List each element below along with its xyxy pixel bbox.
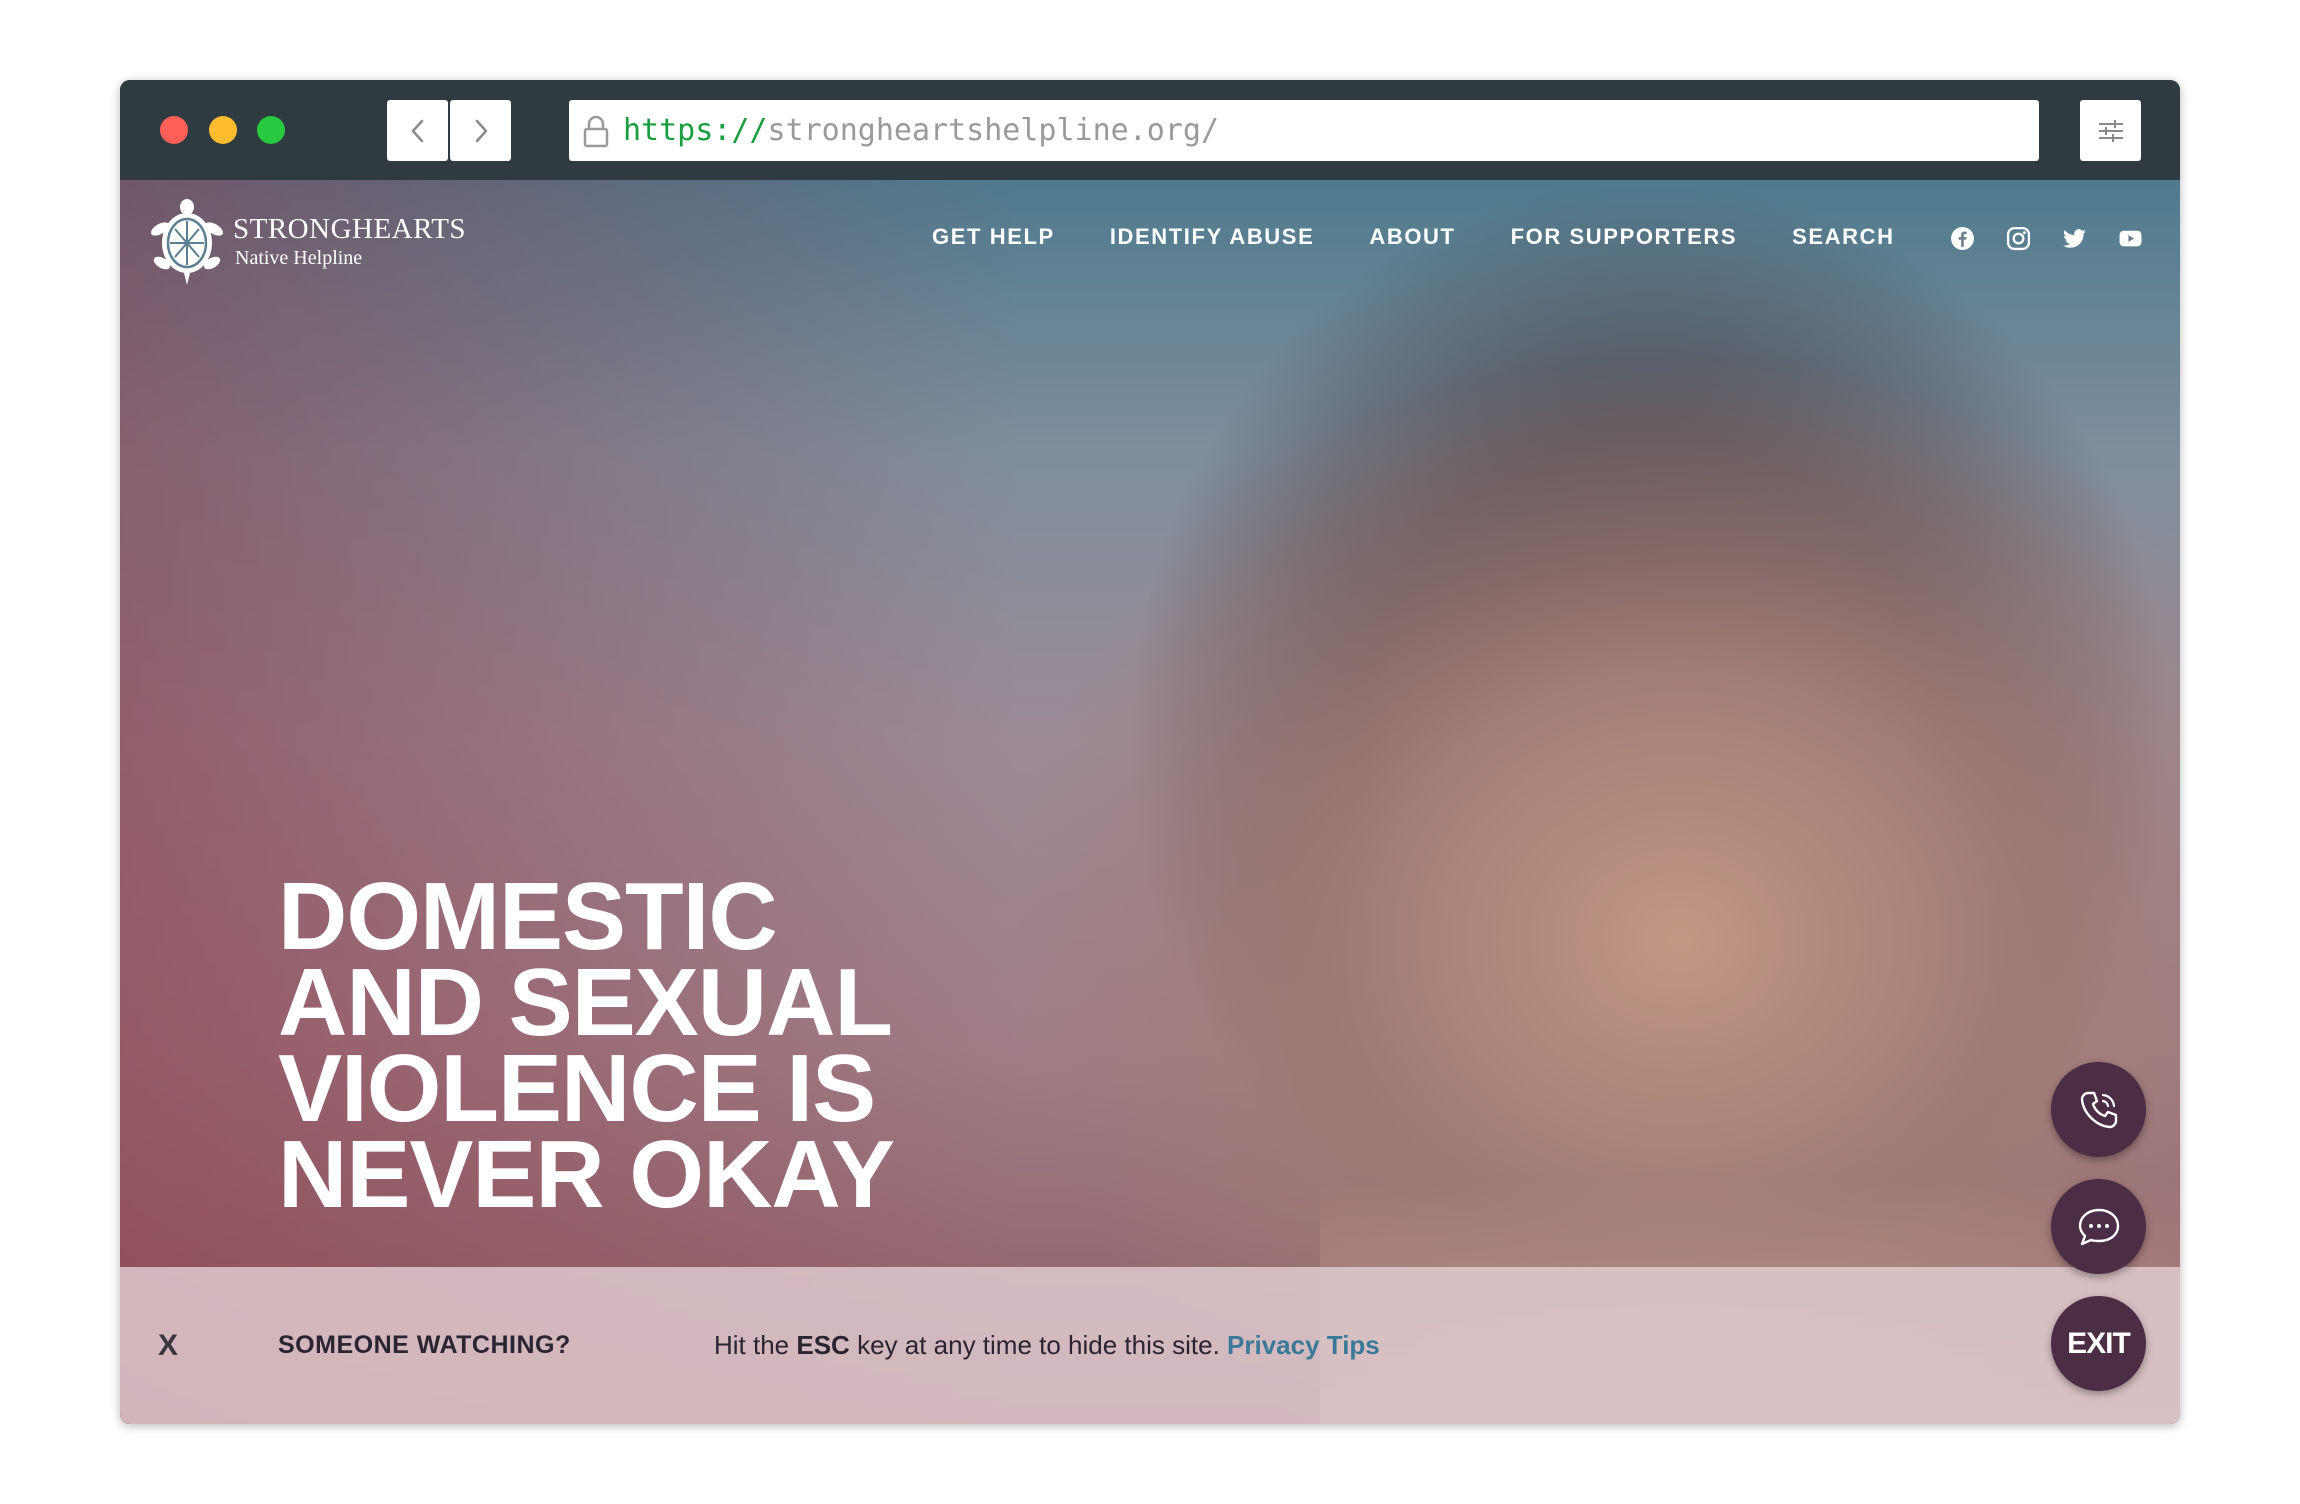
headline-line: VIOLENCE IS	[278, 1035, 876, 1142]
chat-button[interactable]	[2051, 1179, 2146, 1274]
privacy-bar-close-button[interactable]: X	[158, 1329, 178, 1363]
logo-subtitle: Native Helpline	[235, 246, 363, 269]
chevron-left-icon	[411, 119, 423, 142]
nav-identify-abuse[interactable]: IDENTIFY ABUSE	[1110, 224, 1315, 250]
message-text: Hit the	[714, 1330, 797, 1360]
hero-background-tint	[120, 180, 1020, 1424]
minimize-window-button[interactable]	[209, 116, 237, 144]
phone-icon	[2080, 1091, 2117, 1128]
chat-bubble-icon	[2078, 1208, 2119, 1245]
youtube-icon[interactable]	[2118, 226, 2143, 251]
privacy-tips-link[interactable]: Privacy Tips	[1227, 1330, 1380, 1360]
exit-label: EXIT	[2067, 1326, 2131, 1360]
privacy-bar: X SOMEONE WATCHING? Hit the ESC key at a…	[120, 1267, 2180, 1424]
address-bar[interactable]: https://strongheartshelpline.org/	[569, 100, 2039, 161]
twitter-icon[interactable]	[2062, 226, 2087, 251]
hero-headline: DOMESTIC AND SEXUAL VIOLENCE IS NEVER OK…	[278, 863, 895, 1228]
logo-name: STRONGHEARTS	[233, 212, 467, 245]
facebook-icon[interactable]	[1950, 226, 1975, 251]
headline-line: NEVER OKAY	[278, 1121, 895, 1228]
settings-button[interactable]	[2080, 100, 2141, 161]
exit-button[interactable]: EXIT	[2051, 1296, 2146, 1391]
social-links	[1950, 226, 2174, 251]
esc-key-label: ESC	[796, 1330, 850, 1360]
page-viewport: STRONGHEARTS Native Helpline GET HELP ID…	[120, 180, 2180, 1424]
sliders-icon	[2098, 119, 2123, 142]
url-host: strongheartshelpline.org/	[767, 113, 1220, 148]
chevron-right-icon	[475, 119, 487, 142]
nav-get-help[interactable]: GET HELP	[932, 224, 1055, 250]
browser-toolbar: https://strongheartshelpline.org/	[120, 80, 2180, 180]
turtle-logo-icon	[150, 199, 224, 285]
maximize-window-button[interactable]	[257, 116, 285, 144]
instagram-icon[interactable]	[2006, 226, 2031, 251]
site-header: STRONGHEARTS Native Helpline GET HELP ID…	[120, 180, 2180, 300]
close-window-button[interactable]	[160, 116, 188, 144]
nav-for-supporters[interactable]: FOR SUPPORTERS	[1511, 224, 1738, 250]
main-nav: GET HELP IDENTIFY ABUSE ABOUT FOR SUPPOR…	[932, 224, 1950, 250]
site-logo[interactable]: STRONGHEARTS Native Helpline	[150, 195, 466, 287]
browser-window: https://strongheartshelpline.org/ STRONG…	[120, 80, 2180, 1424]
nav-about[interactable]: ABOUT	[1369, 224, 1455, 250]
headline-line: DOMESTIC	[278, 863, 778, 970]
forward-button[interactable]	[450, 100, 511, 161]
privacy-bar-message: Hit the ESC key at any time to hide this…	[714, 1330, 1380, 1361]
nav-search[interactable]: SEARCH	[1792, 224, 1895, 250]
privacy-bar-title: SOMEONE WATCHING?	[278, 1331, 571, 1359]
call-button[interactable]	[2051, 1062, 2146, 1157]
headline-line: AND SEXUAL	[278, 949, 893, 1056]
url-scheme: https://	[623, 113, 768, 148]
lock-icon	[583, 115, 609, 147]
back-button[interactable]	[387, 100, 448, 161]
message-text: key at any time to hide this site.	[849, 1330, 1228, 1360]
